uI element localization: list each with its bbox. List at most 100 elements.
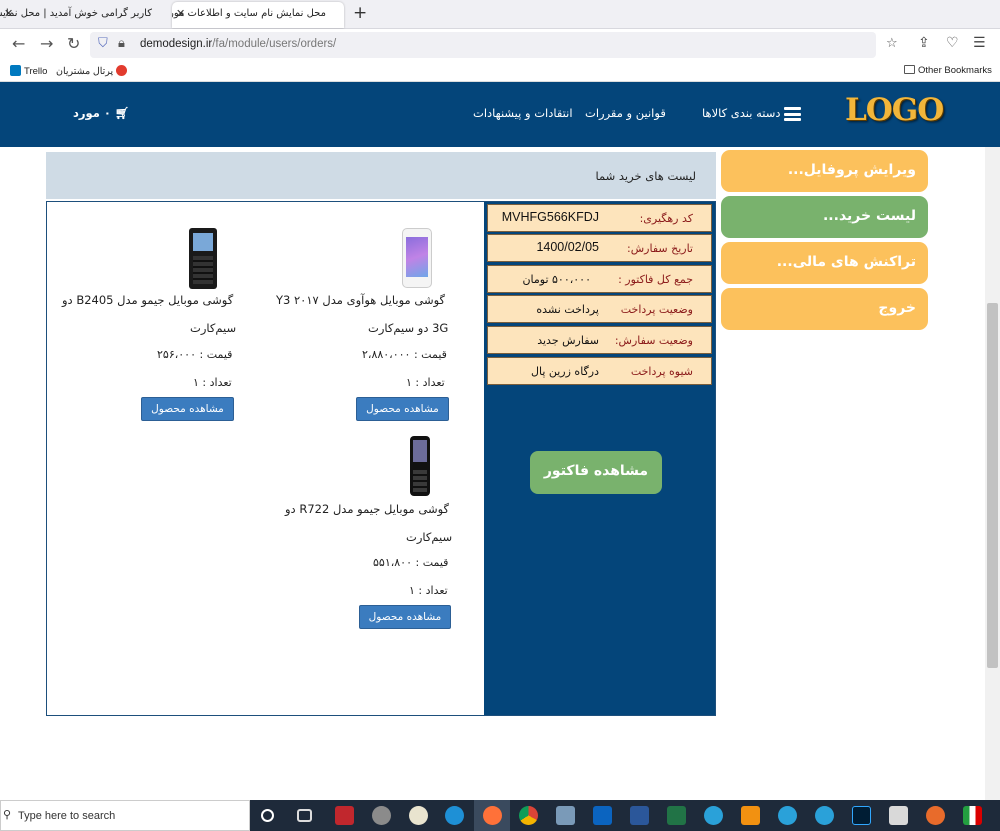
product-image[interactable] xyxy=(402,228,432,288)
flag-icon[interactable] xyxy=(963,806,982,825)
app-icon-gray[interactable] xyxy=(372,806,391,825)
lock-icon[interactable]: 🔒︎ xyxy=(118,36,125,51)
url-text[interactable]: demodesign.ir/fa/module/users/orders/ xyxy=(140,38,336,50)
cortana-icon[interactable] xyxy=(261,809,274,822)
info-row-order-status: وضعیت سفارش: سفارش جدید xyxy=(487,326,712,354)
app-icon-paint[interactable] xyxy=(409,806,428,825)
tab-title: کاربر گرامی خوش آمدید | محل نمایش نا xyxy=(0,8,152,19)
share-icon[interactable]: ⇪ xyxy=(918,35,930,51)
app-icon-orange[interactable] xyxy=(926,806,945,825)
info-label: کد رهگیری: xyxy=(639,212,693,225)
info-row-order-date: تاریخ سفارش: 1400/02/05 xyxy=(487,234,712,262)
browser-tab-welcome[interactable]: ✕ کاربر گرامی خوش آمدید | محل نمایش نا xyxy=(0,2,170,28)
orders-heading: لیست های خرید شما xyxy=(46,152,716,199)
product-image[interactable] xyxy=(189,228,217,289)
cart-icon: 🛒︎ xyxy=(114,106,130,120)
view-product-button[interactable]: مشاهده محصول xyxy=(359,605,451,629)
edge-icon[interactable] xyxy=(445,806,464,825)
other-bookmarks[interactable]: Other Bookmarks xyxy=(904,65,992,76)
taskbar-search-placeholder: Type here to search xyxy=(18,810,116,822)
camera-icon[interactable] xyxy=(889,806,908,825)
forward-icon[interactable]: → xyxy=(40,34,53,53)
close-tab-icon[interactable]: ✕ xyxy=(4,7,13,20)
photoshop-icon[interactable] xyxy=(852,806,871,825)
excel-icon[interactable] xyxy=(667,806,686,825)
shield-icon[interactable]: ⛉ xyxy=(98,36,108,51)
info-label: شیوه پرداخت xyxy=(630,365,693,378)
telegram-icon[interactable] xyxy=(778,806,797,825)
product-name-line2: 3G دو سیم‌کارت xyxy=(368,321,449,335)
info-row-invoice-total: جمع کل فاکتور : ۵۰۰،۰۰۰ تومان xyxy=(487,265,712,293)
rules-link[interactable]: قوانین و مقررات xyxy=(585,106,666,120)
site-logo[interactable]: LOGO xyxy=(845,92,944,128)
new-tab-icon[interactable]: + xyxy=(353,3,367,23)
hamburger-icon[interactable] xyxy=(784,107,801,121)
info-value: سفارش جدید xyxy=(537,334,599,347)
trello-icon xyxy=(10,65,21,76)
product-name: گوشی موبایل هوآوی مدل ۲۰۱۷ Y3 xyxy=(276,293,445,307)
cart-link[interactable]: 🛒︎ ۰ مورد xyxy=(73,106,130,120)
feedback-link[interactable]: انتقادات و پیشنهادات xyxy=(473,106,573,120)
app-icon-notepad[interactable] xyxy=(556,806,575,825)
app-icon-red[interactable] xyxy=(335,806,354,825)
info-value: ۵۰۰،۰۰۰ تومان xyxy=(522,273,591,286)
view-product-button[interactable]: مشاهده محصول xyxy=(356,397,449,421)
info-label: تاریخ سفارش: xyxy=(627,242,693,255)
sidebar-item-logout[interactable]: خروج xyxy=(721,288,928,330)
bookmark-portal[interactable]: پرتال مشتریان xyxy=(56,65,128,77)
star-icon[interactable]: ☆ xyxy=(886,36,898,51)
category-menu[interactable]: دسته بندی کالاها xyxy=(702,106,781,120)
info-value: پرداخت نشده xyxy=(536,303,599,316)
sidebar-item-transactions[interactable]: تراکنش های مالی... xyxy=(721,242,928,284)
page-scrollbar-thumb[interactable] xyxy=(987,303,998,668)
telegram-icon[interactable] xyxy=(704,806,723,825)
info-value: MVHFG566KFDJ xyxy=(501,210,599,224)
bookmark-trello[interactable]: Trello xyxy=(10,65,47,77)
product-name: گوشی موبایل جیمو مدل R722 دو xyxy=(285,502,449,516)
product-image[interactable] xyxy=(410,436,430,496)
site-header: LOGO دسته بندی کالاها قوانین و مقررات ان… xyxy=(0,82,1000,147)
sidebar-item-purchase-list[interactable]: لیست خرید... xyxy=(721,196,928,238)
menu-icon[interactable]: ☰ xyxy=(973,35,986,51)
info-row-payment-status: وضعیت پرداخت پرداخت نشده xyxy=(487,295,712,323)
portal-icon xyxy=(116,65,128,76)
info-label: وضعیت سفارش: xyxy=(614,334,693,347)
search-icon: ⚲ xyxy=(3,809,12,821)
view-invoice-button[interactable]: مشاهده فاکتور xyxy=(530,451,662,494)
browser-nav-bar: ← → ↻ ⛉ 🔒︎ demodesign.ir/fa/module/users… xyxy=(0,29,1000,61)
info-value: درگاه زرین پال xyxy=(530,365,599,378)
product-quantity: تعداد : ۱ xyxy=(406,376,445,389)
product-name: گوشی موبایل جیمو مدل B2405 دو xyxy=(62,293,234,307)
word-icon[interactable] xyxy=(630,806,649,825)
telegram-icon[interactable] xyxy=(815,806,834,825)
info-label: وضعیت پرداخت xyxy=(620,303,693,316)
back-icon[interactable]: ← xyxy=(12,34,25,53)
bookmarks-bar: Trello پرتال مشتریان Other Bookmarks xyxy=(0,61,1000,82)
info-row-payment-method: شیوه پرداخت درگاه زرین پال xyxy=(487,357,712,385)
reload-icon[interactable]: ↻ xyxy=(67,34,80,53)
view-product-button[interactable]: مشاهده محصول xyxy=(141,397,234,421)
tab-title: محل نمایش نام سایت و اطلاعات مورد xyxy=(172,8,326,19)
address-bar[interactable]: ⛉ 🔒︎ demodesign.ir/fa/module/users/order… xyxy=(90,32,898,58)
info-value: 1400/02/05 xyxy=(536,240,599,254)
browser-tab-bar: ✕ کاربر گرامی خوش آمدید | محل نمایش نا ✕… xyxy=(0,0,1000,29)
product-price: قیمت : ۲۵۶،۰۰۰ xyxy=(157,348,233,361)
sublime-icon[interactable] xyxy=(741,806,760,825)
task-view-icon[interactable] xyxy=(297,809,312,822)
info-row-tracking-code: کد رهگیری: MVHFG566KFDJ xyxy=(487,204,712,232)
product-quantity: تعداد : ۱ xyxy=(193,376,232,389)
product-name-line2: سیم‌کارت xyxy=(406,530,453,544)
firefox-icon[interactable] xyxy=(474,800,510,831)
folder-icon xyxy=(904,65,915,74)
product-quantity: تعداد : ۱ xyxy=(409,584,448,597)
windows-taskbar: ⚲ Type here to search xyxy=(0,800,1000,831)
info-label: جمع کل فاکتور : xyxy=(618,273,693,286)
outlook-icon[interactable] xyxy=(593,806,612,825)
close-tab-icon[interactable]: ✕ xyxy=(176,7,185,20)
chrome-icon[interactable] xyxy=(519,806,538,825)
sidebar-item-edit-profile[interactable]: ویرایش پروفایل... xyxy=(721,150,928,192)
taskbar-search[interactable]: ⚲ Type here to search xyxy=(0,800,250,831)
browser-tab-orders[interactable]: ✕ محل نمایش نام سایت و اطلاعات مورد xyxy=(172,2,344,28)
pocket-icon[interactable]: ♡ xyxy=(946,35,959,51)
product-name-line2: سیم‌کارت xyxy=(190,321,237,335)
